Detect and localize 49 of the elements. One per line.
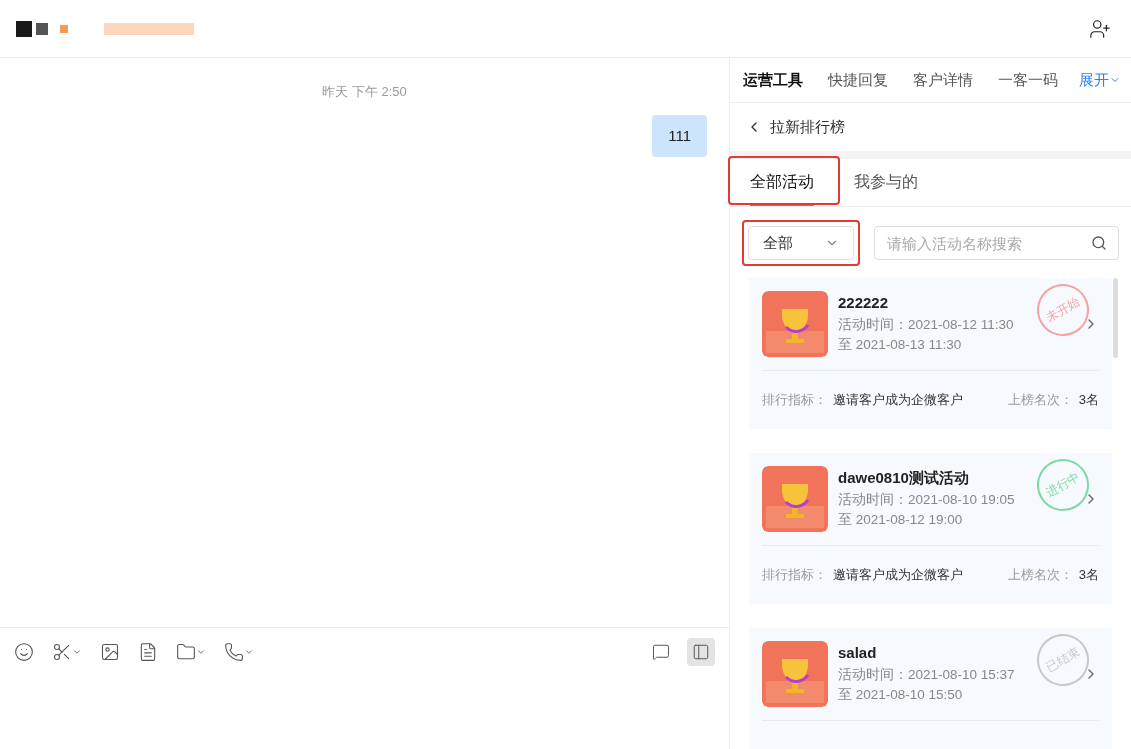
activity-tab[interactable]: 我参与的 [854,170,918,206]
rank-label: 上榜名次： [1007,566,1073,585]
activity-start-time: 活动时间：2021-08-12 11:30 [838,316,1014,334]
caret-icon [72,647,82,657]
trophy-picture [762,466,828,532]
panel-tab[interactable]: 客户详情 [913,68,973,92]
activity-end-time: 至 2021-08-10 15:50 [838,686,963,704]
panel-tab[interactable]: 一客一码 [998,68,1058,92]
caret-icon [244,647,254,657]
activity-end-time: 至 2021-08-12 19:00 [838,511,963,529]
activity-start-time: 活动时间：2021-08-10 15:37 [838,666,1015,684]
status-dropdown[interactable]: 全部 [748,226,854,260]
caret-icon [196,647,206,657]
phone-icon [224,642,244,662]
emoji-icon [14,642,34,662]
metric-value: 邀请客户成为企微客户 [833,391,963,410]
trophy-picture [762,291,828,357]
search-icon [1091,235,1107,251]
rank-value: 3名 [1078,391,1099,410]
activity-name: dawe0810测试活动 [838,468,969,488]
panel-tab[interactable]: 运营工具 [743,68,803,92]
trophy-picture [762,641,828,707]
activity-card[interactable]: dawe0810测试活动 活动时间：2021-08-10 19:05 至 2021-08-12 19:00 进行中 排行指标： 邀请客户成为企微客户 上榜名次： 3名 [749,453,1112,604]
rank-value: 3名 [1078,566,1099,585]
activity-name: 222222 [838,293,889,313]
message-bubble: 111 [652,114,707,157]
chat-history-icon [652,643,670,661]
activity-tab[interactable]: 全部活动 [750,170,814,206]
rank-label: 上榜名次： [1007,391,1073,410]
add-contact-icon[interactable] [1089,17,1111,40]
panel-tab[interactable]: 快捷回复 [828,68,888,92]
activity-start-time: 活动时间：2021-08-10 19:05 [838,491,1015,509]
sidebar-button[interactable] [687,638,715,666]
metric-label: 排行指标： [762,391,827,410]
document-icon [138,642,158,662]
folder-icon [176,642,196,662]
activity-name: salad [838,643,877,663]
back-link[interactable]: 拉新排行榜 [730,103,1131,151]
image-icon [100,642,120,662]
metric-label: 排行指标： [762,566,827,585]
expand-button[interactable]: 展开 [1079,68,1121,92]
message-timestamp: 昨天 下午 2:50 [322,83,407,101]
activity-card[interactable]: 222222 活动时间：2021-08-12 11:30 至 2021-08-13 11:30 未开始 排行指标： 邀请客户成为企微客户 上榜名次： 3名 [749,278,1112,429]
scissors-icon [52,642,72,662]
activity-end-time: 至 2021-08-13 11:30 [838,336,962,354]
search-field[interactable]: 请输入活动名称搜索 [874,226,1119,260]
scrollbar-thumb[interactable] [1113,278,1118,358]
metric-value: 邀请客户成为企微客户 [833,566,963,585]
sidebar-icon [692,643,710,661]
